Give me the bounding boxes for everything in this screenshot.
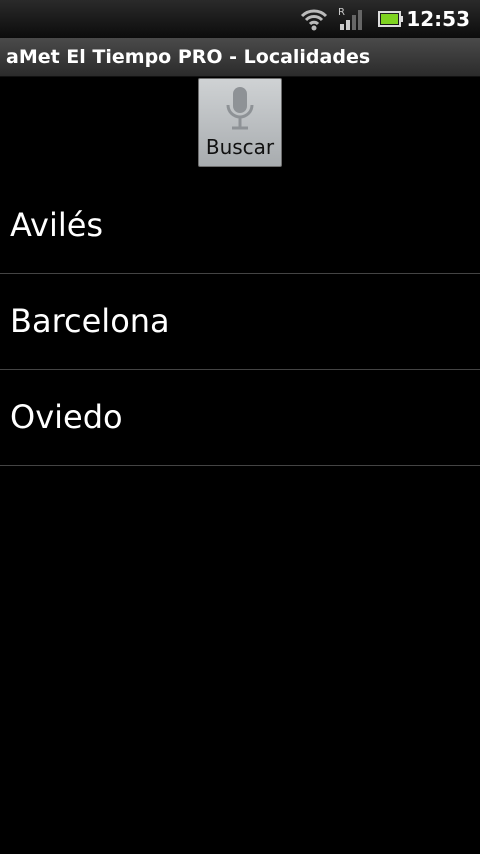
status-bar: R 12:53 <box>0 0 480 38</box>
microphone-icon <box>225 85 255 137</box>
location-name: Oviedo <box>10 398 123 436</box>
list-item[interactable]: Barcelona <box>0 274 480 370</box>
location-name: Avilés <box>10 206 104 244</box>
list-item[interactable]: Oviedo <box>0 370 480 466</box>
location-list: Avilés Barcelona Oviedo <box>0 178 480 466</box>
search-button[interactable]: Buscar <box>198 78 282 167</box>
page-title: aMet El Tiempo PRO - Localidades <box>6 46 371 68</box>
list-item[interactable]: Avilés <box>0 178 480 274</box>
wifi-icon <box>300 6 328 36</box>
clock: 12:53 <box>406 7 470 31</box>
location-name: Barcelona <box>10 302 170 340</box>
battery-icon <box>378 10 404 32</box>
signal-icon: R <box>338 6 366 36</box>
title-bar: aMet El Tiempo PRO - Localidades <box>0 38 480 77</box>
search-button-label: Buscar <box>205 135 275 159</box>
signal-label: R <box>338 7 345 18</box>
